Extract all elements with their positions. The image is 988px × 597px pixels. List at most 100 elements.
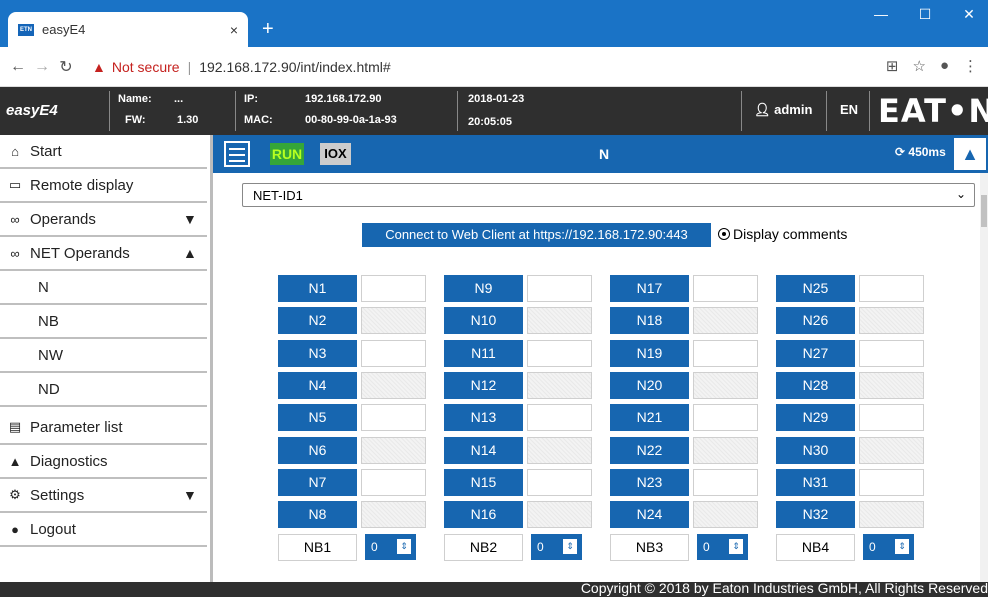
operand-value-box[interactable] xyxy=(527,436,592,464)
window-close-icon[interactable]: ✕ xyxy=(954,6,984,23)
sidebar-item-operands[interactable]: ∞ Operands ▼ xyxy=(0,203,207,237)
nb-value[interactable]: 0 xyxy=(703,540,710,554)
radio-icon[interactable] xyxy=(718,228,730,240)
eaton-logo: EAT•N xyxy=(878,92,988,130)
spinner-icon[interactable]: ⇕ xyxy=(563,539,577,555)
operand-value-box[interactable] xyxy=(361,275,426,302)
spinner-icon[interactable]: ⇕ xyxy=(729,539,743,555)
operand-value-box[interactable] xyxy=(527,404,592,432)
sidebar-item-nb[interactable]: NB xyxy=(0,305,207,339)
sidebar-item-diagnostics[interactable]: ▲ Diagnostics xyxy=(0,445,207,479)
operand-value-box[interactable] xyxy=(859,501,924,529)
spinner-icon[interactable]: ⇕ xyxy=(397,539,411,555)
sidebar-item-settings[interactable]: ⚙ Settings ▼ xyxy=(0,479,207,513)
operand-value-box[interactable] xyxy=(693,339,758,367)
operand-value-box[interactable] xyxy=(361,404,426,432)
net-id-value: NET-ID1 xyxy=(253,188,303,203)
operand-value-box[interactable] xyxy=(693,501,758,529)
net-id-select[interactable]: NET-ID1 ⌄ xyxy=(242,183,975,207)
nb-value-stepper[interactable]: 0 ⇕ xyxy=(697,534,748,561)
sidebar-item-remote-display[interactable]: ▭ Remote display xyxy=(0,169,207,203)
scroll-up-button[interactable]: ▲ xyxy=(954,138,986,170)
minimize-icon[interactable]: — xyxy=(866,6,896,22)
operand-value-box[interactable] xyxy=(859,468,924,496)
operand-value-box[interactable] xyxy=(693,371,758,399)
operand-value-box[interactable] xyxy=(693,307,758,335)
reload-icon[interactable]: ↻ xyxy=(54,57,78,77)
operand-value-box[interactable] xyxy=(361,501,426,529)
nb-value-stepper[interactable]: 0 ⇕ xyxy=(365,534,416,561)
operand-value-box[interactable] xyxy=(859,404,924,432)
chevron-down-icon: ⌄ xyxy=(955,187,966,201)
user-menu[interactable]: 👤︎ admin xyxy=(754,102,812,118)
operand-value-box[interactable] xyxy=(361,436,426,464)
sidebar-item-net-operands[interactable]: ∞ NET Operands ▲ xyxy=(0,237,207,271)
operand-value-box[interactable] xyxy=(859,275,924,302)
sidebar-item-start[interactable]: ⌂ Start xyxy=(0,135,207,169)
nb-value[interactable]: 0 xyxy=(537,540,544,554)
spinner-icon[interactable]: ⇕ xyxy=(895,539,909,555)
chevron-down-icon: ▼ xyxy=(183,211,197,227)
operand-value-box[interactable] xyxy=(859,371,924,399)
hamburger-menu-icon[interactable] xyxy=(224,141,250,167)
profile-icon[interactable]: ● xyxy=(940,57,949,75)
time-value: 20:05:05 xyxy=(468,116,513,128)
sidebar-item-nw[interactable]: NW xyxy=(0,339,207,373)
nb-value-stepper[interactable]: 0 ⇕ xyxy=(863,534,914,561)
new-tab-icon[interactable]: + xyxy=(262,18,274,41)
operand-label: N32 xyxy=(776,501,855,529)
operand-value-box[interactable] xyxy=(693,436,758,464)
operand-label: N4 xyxy=(278,371,357,399)
sidebar-item-nd[interactable]: ND xyxy=(0,373,207,407)
operand-value-box[interactable] xyxy=(361,307,426,335)
scrollbar[interactable] xyxy=(980,173,988,582)
operand-value-box[interactable] xyxy=(859,307,924,335)
iox-button[interactable]: IOX xyxy=(320,143,351,165)
translate-icon[interactable]: ⊞ xyxy=(886,57,899,75)
date-value: 2018-01-23 xyxy=(468,93,525,105)
nb-value-stepper[interactable]: 0 ⇕ xyxy=(531,534,582,561)
back-icon[interactable]: ← xyxy=(6,58,30,76)
sidebar-item-parameter-list[interactable]: ▤ Parameter list xyxy=(0,411,207,445)
operand-value-box[interactable] xyxy=(693,404,758,432)
browser-tab[interactable]: ETN easyE4 × xyxy=(8,12,248,47)
language-selector[interactable]: EN xyxy=(840,102,858,117)
operand-value-box[interactable] xyxy=(361,339,426,367)
nb-value[interactable]: 0 xyxy=(869,540,876,554)
operand-value-box[interactable] xyxy=(859,436,924,464)
bookmark-star-icon[interactable]: ☆ xyxy=(912,57,925,75)
menu-dots-icon[interactable]: ⋮ xyxy=(963,57,978,75)
link-icon: ∞ xyxy=(10,245,20,261)
footer: Copyright © 2018 by Eaton Industries Gmb… xyxy=(0,580,988,597)
operand-value-box[interactable] xyxy=(527,501,592,529)
operand-value-box[interactable] xyxy=(527,339,592,367)
warning-icon[interactable]: ▲ xyxy=(92,59,106,75)
operand-value-box[interactable] xyxy=(527,371,592,399)
display-comments-toggle[interactable]: Display comments xyxy=(718,226,847,242)
operand-value-box[interactable] xyxy=(527,307,592,335)
sidebar-item-n[interactable]: N xyxy=(0,271,207,305)
operand-value-box[interactable] xyxy=(693,468,758,496)
operand-label: N28 xyxy=(776,371,855,399)
operand-value-box[interactable] xyxy=(361,468,426,496)
operand-label: N23 xyxy=(610,468,689,496)
not-secure-label[interactable]: Not secure xyxy=(112,59,180,75)
operand-value-box[interactable] xyxy=(693,275,758,302)
maximize-icon[interactable]: ☐ xyxy=(910,6,940,23)
nb-value[interactable]: 0 xyxy=(371,540,378,554)
header-divider xyxy=(235,91,236,131)
connect-web-client-button[interactable]: Connect to Web Client at https://192.168… xyxy=(362,223,711,247)
url-field[interactable]: 192.168.172.90/int/index.html# xyxy=(199,59,390,75)
scrollbar-thumb[interactable] xyxy=(981,195,987,227)
cycle-time[interactable]: ⟳ 450ms xyxy=(895,145,946,159)
tab-title: easyE4 xyxy=(42,22,86,37)
operand-value-box[interactable] xyxy=(361,371,426,399)
name-value: ... xyxy=(174,93,184,105)
tab-close-icon[interactable]: × xyxy=(230,22,238,38)
forward-icon[interactable]: → xyxy=(30,58,54,76)
run-status-button[interactable]: RUN xyxy=(270,143,304,165)
operand-value-box[interactable] xyxy=(859,339,924,367)
operand-value-box[interactable] xyxy=(527,468,592,496)
operand-value-box[interactable] xyxy=(527,275,592,302)
sidebar-item-logout[interactable]: ● Logout xyxy=(0,513,207,547)
